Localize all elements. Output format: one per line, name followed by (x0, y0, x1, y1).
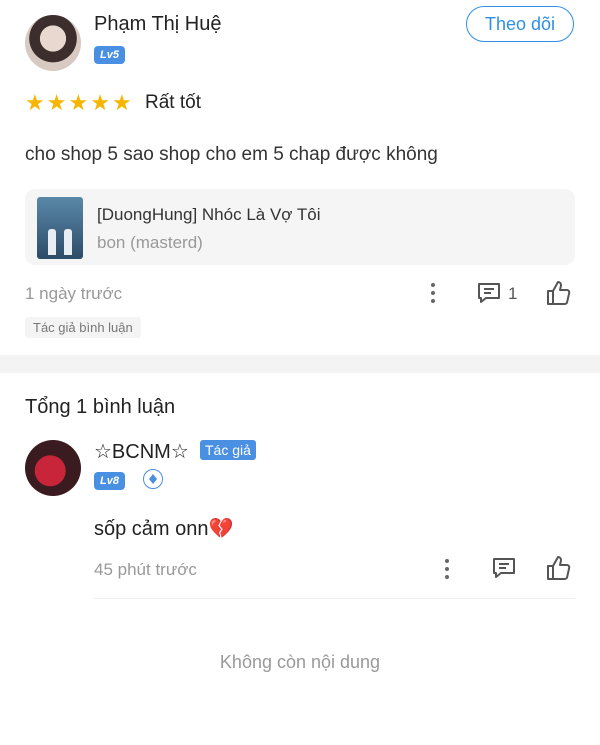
star-icon: ★ (46, 90, 67, 115)
reviewer-avatar[interactable] (25, 15, 81, 71)
more-options-icon[interactable] (425, 280, 441, 306)
rating-stars: ★ ★ ★ ★ ★ (25, 92, 132, 114)
replies-total: Tổng 1 bình luận (25, 396, 176, 418)
story-title: [DuongHung] Nhóc Là Vợ Tôi (97, 205, 321, 224)
reply-like-icon[interactable] (544, 554, 572, 582)
author-commented-tag: Tác giả bình luận (25, 317, 141, 338)
reply-text-body: sốp cảm onn (94, 518, 209, 540)
replier-level-badge: Lv8 (94, 472, 125, 490)
author-badge: Tác giả (200, 440, 256, 460)
follow-button[interactable]: Theo dõi (466, 6, 574, 42)
reviewer-name[interactable]: Phạm Thị Huệ (94, 13, 221, 36)
reviewer-level-badge: Lv5 (94, 46, 125, 64)
more-options-icon[interactable] (439, 556, 455, 582)
broken-heart-emoji: 💔 (208, 518, 234, 540)
review-timestamp: 1 ngày trước (25, 284, 123, 303)
comment-count: 1 (508, 284, 518, 303)
rating-label: Rất tốt (145, 92, 201, 113)
comment-icon[interactable] (476, 281, 502, 305)
replier-name[interactable]: ☆BCNM☆ (94, 439, 189, 464)
verified-badge-icon (143, 469, 163, 489)
reply-timestamp: 45 phút trước (94, 560, 197, 579)
reply-comment-icon[interactable] (491, 556, 517, 580)
section-divider (0, 355, 600, 373)
star-icon: ★ (25, 90, 45, 115)
no-more-content: Không còn nội dung (219, 652, 381, 672)
like-icon[interactable] (544, 279, 572, 307)
star-icon: ★ (68, 90, 89, 115)
star-icon: ★ (111, 90, 132, 115)
reply-separator (94, 598, 575, 599)
replier-avatar[interactable] (25, 440, 81, 496)
reply-text: sốp cảm onn💔 (94, 516, 233, 541)
story-card[interactable]: [DuongHung] Nhóc Là Vợ Tôi bon (masterd) (25, 189, 575, 265)
star-icon: ★ (90, 90, 110, 115)
review-text: cho shop 5 sao shop cho em 5 chap được k… (25, 144, 438, 165)
story-author: bon (masterd) (97, 233, 203, 252)
story-cover-image (37, 197, 83, 259)
